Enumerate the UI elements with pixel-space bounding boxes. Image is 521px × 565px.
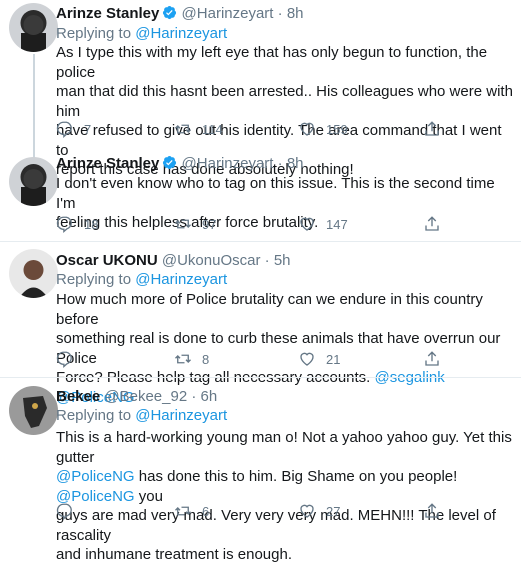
retweet-button[interactable]: 97: [174, 215, 216, 233]
heart-icon: [300, 122, 314, 136]
mention-link[interactable]: @PoliceNG: [56, 468, 135, 485]
author-name[interactable]: Bekee: [56, 388, 100, 405]
author-handle[interactable]: @Bekee_92: [104, 388, 187, 405]
author-name[interactable]: Arinze Stanley: [56, 155, 159, 172]
reply-to-mention[interactable]: @Harinzeyart: [135, 407, 227, 424]
reply-count: 7: [84, 121, 92, 137]
text-segment: has done this to him. Big Shame on you p…: [134, 468, 458, 485]
share-button[interactable]: [423, 215, 441, 233]
like-button[interactable]: 159: [298, 120, 348, 138]
retweet-icon: [175, 124, 191, 134]
replying-to-label: Replying to: [56, 25, 132, 42]
like-count: 27: [326, 503, 341, 519]
separator-dot: ·: [277, 5, 283, 22]
tweet-text: This is a hard-working young man o! Not …: [56, 428, 514, 565]
retweet-count: 8: [202, 351, 210, 367]
share-icon: [425, 216, 439, 231]
share-button[interactable]: [423, 502, 441, 520]
separator-dot: ·: [277, 155, 283, 172]
reply-button[interactable]: 7: [56, 120, 91, 138]
tweet-3[interactable]: Oscar UKONU @UkonuOscar · 5h Replying to…: [0, 246, 521, 406]
text-line: I don't even know who to tag on this iss…: [56, 175, 495, 212]
tweet-2[interactable]: Arinze Stanley @Harinzeyart · 8h I don't…: [0, 150, 521, 236]
avatar[interactable]: [9, 3, 58, 52]
verified-badge-icon: [163, 155, 177, 170]
retweet-button[interactable]: 114: [174, 120, 223, 138]
text-line: @PoliceNG has done this to him. Big Sham…: [56, 467, 514, 506]
avatar[interactable]: [9, 386, 58, 435]
reply-button[interactable]: [56, 350, 84, 368]
author-handle[interactable]: @Harinzeyart: [182, 5, 274, 22]
heart-icon: [300, 504, 314, 518]
like-button[interactable]: 147: [298, 215, 348, 233]
reply-icon: [56, 351, 72, 368]
reply-icon: [56, 503, 72, 520]
retweet-count: 6: [202, 503, 210, 519]
replying-to-label: Replying to: [56, 271, 132, 288]
retweet-button[interactable]: 6: [174, 502, 209, 520]
text-line: man that did this hasnt been arrested.. …: [56, 83, 513, 120]
like-button[interactable]: 27: [298, 502, 340, 520]
like-count: 21: [326, 351, 341, 367]
reply-to-mention[interactable]: @Harinzeyart: [135, 271, 227, 288]
heart-icon: [300, 217, 314, 231]
replying-to-label: Replying to: [56, 407, 132, 424]
verified-badge-icon: [163, 5, 177, 20]
author-name[interactable]: Arinze Stanley: [56, 5, 159, 22]
retweet-icon: [175, 219, 191, 229]
share-button[interactable]: [423, 120, 441, 138]
retweet-count: 114: [202, 121, 223, 137]
avatar[interactable]: [9, 249, 58, 298]
like-count: 147: [326, 216, 348, 232]
retweet-button[interactable]: 8: [174, 350, 209, 368]
reply-button[interactable]: 18: [56, 215, 98, 233]
reply-to-mention[interactable]: @Harinzeyart: [135, 25, 227, 42]
reply-count: 18: [84, 216, 99, 232]
text-line: How much more of Police brutality can we…: [56, 291, 483, 328]
separator-dot: ·: [264, 252, 270, 269]
divider: [0, 377, 521, 378]
tweet-1[interactable]: Arinze Stanley @Harinzeyart · 8h Replyin…: [0, 0, 521, 178]
author-handle[interactable]: @UkonuOscar: [162, 252, 261, 269]
like-count: 159: [326, 121, 348, 137]
timestamp[interactable]: 8h: [287, 5, 304, 22]
timestamp[interactable]: 6h: [201, 388, 218, 405]
avatar[interactable]: [9, 157, 58, 206]
author-name[interactable]: Oscar UKONU: [56, 252, 158, 269]
share-icon: [425, 503, 439, 518]
reply-icon: [56, 121, 72, 138]
tweet-4[interactable]: Bekee @Bekee_92 · 6h Replying to @Harinz…: [0, 382, 521, 563]
share-button[interactable]: [423, 350, 441, 368]
text-line: This is a hard-working young man o! Not …: [56, 429, 512, 466]
timestamp[interactable]: 5h: [274, 252, 291, 269]
retweet-count: 97: [202, 216, 217, 232]
text-line: As I type this with my left eye that has…: [56, 44, 488, 81]
reply-icon: [56, 216, 72, 233]
author-handle[interactable]: @Harinzeyart: [182, 155, 274, 172]
share-icon: [425, 351, 439, 366]
like-button[interactable]: 21: [298, 350, 340, 368]
heart-icon: [300, 352, 314, 366]
timestamp[interactable]: 8h: [287, 155, 304, 172]
divider: [0, 241, 521, 242]
retweet-icon: [175, 354, 191, 364]
retweet-icon: [175, 506, 191, 516]
text-line: and inhumane treatment is enough.: [56, 546, 292, 563]
share-icon: [425, 121, 439, 136]
separator-dot: ·: [191, 388, 197, 405]
reply-button[interactable]: [56, 502, 84, 520]
